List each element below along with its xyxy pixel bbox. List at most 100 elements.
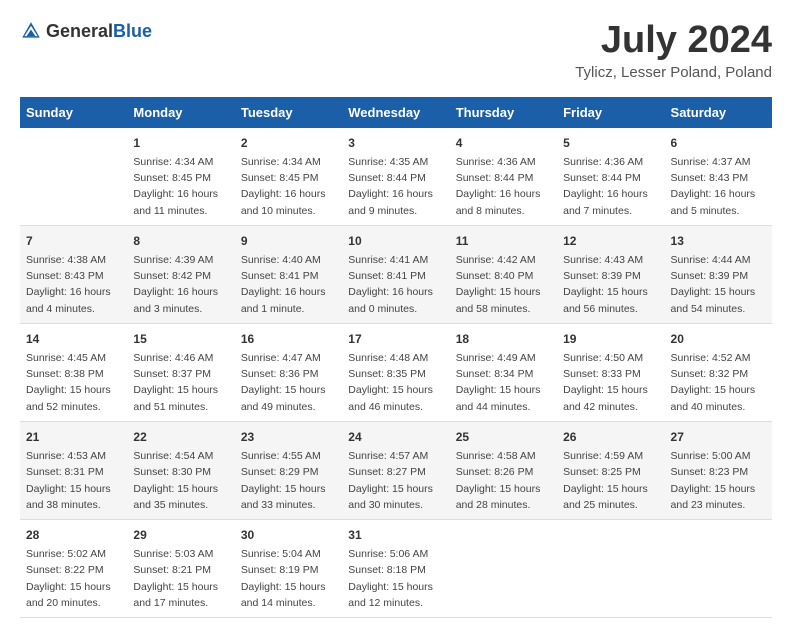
day-number: 17 [348,330,443,348]
calendar-cell: 12 Sunrise: 4:43 AMSunset: 8:39 PMDayligh… [557,225,664,323]
day-number: 13 [671,232,766,250]
day-info: Sunrise: 4:34 AMSunset: 8:45 PMDaylight:… [241,154,336,219]
calendar-cell: 25 Sunrise: 4:58 AMSunset: 8:26 PMDayligh… [450,421,557,519]
logo: GeneralBlue [20,20,152,42]
day-number: 5 [563,134,658,152]
day-info: Sunrise: 4:47 AMSunset: 8:36 PMDaylight:… [241,350,336,415]
day-info: Sunrise: 4:59 AMSunset: 8:25 PMDaylight:… [563,448,658,513]
calendar-cell: 7Sunrise: 4:38 AMSunset: 8:43 PMDaylight… [20,225,127,323]
day-info: Sunrise: 4:36 AMSunset: 8:44 PMDaylight:… [563,154,658,219]
day-info: Sunrise: 5:00 AMSunset: 8:23 PMDaylight:… [671,448,766,513]
calendar-cell: 1 Sunrise: 4:34 AMSunset: 8:45 PMDaylight… [127,128,234,226]
calendar-cell: 3Sunrise: 4:35 AMSunset: 8:44 PMDaylight… [342,128,449,226]
calendar-cell: 21Sunrise: 4:53 AMSunset: 8:31 PMDayligh… [20,421,127,519]
day-number: 21 [26,428,121,446]
day-number: 31 [348,526,443,544]
calendar-cell: 5 Sunrise: 4:36 AMSunset: 8:44 PMDaylight… [557,128,664,226]
calendar-week-row: 28 Sunrise: 5:02 AMSunset: 8:22 PMDayligh… [20,520,772,618]
calendar-cell: 8 Sunrise: 4:39 AMSunset: 8:42 PMDaylight… [127,225,234,323]
calendar-cell: 10Sunrise: 4:41 AMSunset: 8:41 PMDayligh… [342,225,449,323]
weekday-header-saturday: Saturday [665,97,772,128]
logo-icon [20,20,42,42]
calendar-cell: 22Sunrise: 4:54 AMSunset: 8:30 PMDayligh… [127,421,234,519]
calendar-body: 1 Sunrise: 4:34 AMSunset: 8:45 PMDaylight… [20,128,772,618]
logo-blue-text: Blue [113,21,152,41]
day-number: 8 [133,232,228,250]
day-info: Sunrise: 4:36 AMSunset: 8:44 PMDaylight:… [456,154,551,219]
calendar-cell: 20 Sunrise: 4:52 AMSunset: 8:32 PMDayligh… [665,323,772,421]
calendar-week-row: 21Sunrise: 4:53 AMSunset: 8:31 PMDayligh… [20,421,772,519]
day-info: Sunrise: 4:43 AMSunset: 8:39 PMDaylight:… [563,252,658,317]
calendar-cell [450,520,557,618]
day-number: 18 [456,330,551,348]
day-info: Sunrise: 4:37 AMSunset: 8:43 PMDaylight:… [671,154,766,219]
day-number: 6 [671,134,766,152]
calendar-cell: 2 Sunrise: 4:34 AMSunset: 8:45 PMDaylight… [235,128,342,226]
calendar-week-row: 7Sunrise: 4:38 AMSunset: 8:43 PMDaylight… [20,225,772,323]
day-info: Sunrise: 4:34 AMSunset: 8:45 PMDaylight:… [133,154,228,219]
calendar-cell: 9 Sunrise: 4:40 AMSunset: 8:41 PMDaylight… [235,225,342,323]
day-info: Sunrise: 4:57 AMSunset: 8:27 PMDaylight:… [348,448,443,513]
day-info: Sunrise: 5:03 AMSunset: 8:21 PMDaylight:… [133,546,228,611]
calendar-cell: 14 Sunrise: 4:45 AMSunset: 8:38 PMDayligh… [20,323,127,421]
day-info: Sunrise: 4:45 AMSunset: 8:38 PMDaylight:… [26,350,121,415]
day-number: 12 [563,232,658,250]
calendar-cell: 4 Sunrise: 4:36 AMSunset: 8:44 PMDaylight… [450,128,557,226]
day-info: Sunrise: 4:44 AMSunset: 8:39 PMDaylight:… [671,252,766,317]
day-number: 11 [456,232,551,250]
calendar-cell [557,520,664,618]
day-info: Sunrise: 5:06 AMSunset: 8:18 PMDaylight:… [348,546,443,611]
weekday-header-tuesday: Tuesday [235,97,342,128]
day-number: 19 [563,330,658,348]
day-number: 26 [563,428,658,446]
calendar-table: SundayMondayTuesdayWednesdayThursdayFrid… [20,97,772,618]
calendar-cell: 17 Sunrise: 4:48 AMSunset: 8:35 PMDayligh… [342,323,449,421]
title-section: July 2024 Tylicz, Lesser Poland, Poland [575,20,772,81]
day-number: 14 [26,330,121,348]
day-number: 3 [348,134,443,152]
day-number: 28 [26,526,121,544]
day-info: Sunrise: 4:40 AMSunset: 8:41 PMDaylight:… [241,252,336,317]
day-info: Sunrise: 4:48 AMSunset: 8:35 PMDaylight:… [348,350,443,415]
day-number: 23 [241,428,336,446]
weekday-header-monday: Monday [127,97,234,128]
day-number: 4 [456,134,551,152]
calendar-cell [20,128,127,226]
calendar-cell [665,520,772,618]
calendar-cell: 30Sunrise: 5:04 AMSunset: 8:19 PMDayligh… [235,520,342,618]
day-info: Sunrise: 4:49 AMSunset: 8:34 PMDaylight:… [456,350,551,415]
calendar-cell: 24Sunrise: 4:57 AMSunset: 8:27 PMDayligh… [342,421,449,519]
location-title: Tylicz, Lesser Poland, Poland [575,64,772,81]
calendar-cell: 11Sunrise: 4:42 AMSunset: 8:40 PMDayligh… [450,225,557,323]
calendar-cell: 28 Sunrise: 5:02 AMSunset: 8:22 PMDayligh… [20,520,127,618]
day-info: Sunrise: 4:54 AMSunset: 8:30 PMDaylight:… [133,448,228,513]
day-info: Sunrise: 4:50 AMSunset: 8:33 PMDaylight:… [563,350,658,415]
day-info: Sunrise: 5:02 AMSunset: 8:22 PMDaylight:… [26,546,121,611]
day-number: 25 [456,428,551,446]
logo-general-text: General [46,21,113,41]
calendar-cell: 16 Sunrise: 4:47 AMSunset: 8:36 PMDayligh… [235,323,342,421]
calendar-cell: 13 Sunrise: 4:44 AMSunset: 8:39 PMDayligh… [665,225,772,323]
day-number: 2 [241,134,336,152]
day-number: 7 [26,232,121,250]
page-header: GeneralBlue July 2024 Tylicz, Lesser Pol… [20,20,772,81]
day-info: Sunrise: 4:52 AMSunset: 8:32 PMDaylight:… [671,350,766,415]
day-info: Sunrise: 4:58 AMSunset: 8:26 PMDaylight:… [456,448,551,513]
calendar-week-row: 1 Sunrise: 4:34 AMSunset: 8:45 PMDaylight… [20,128,772,226]
day-number: 1 [133,134,228,152]
day-number: 30 [241,526,336,544]
day-number: 16 [241,330,336,348]
calendar-header-row: SundayMondayTuesdayWednesdayThursdayFrid… [20,97,772,128]
day-number: 9 [241,232,336,250]
weekday-header-wednesday: Wednesday [342,97,449,128]
day-number: 20 [671,330,766,348]
day-info: Sunrise: 4:55 AMSunset: 8:29 PMDaylight:… [241,448,336,513]
day-number: 10 [348,232,443,250]
weekday-header-sunday: Sunday [20,97,127,128]
weekday-header-friday: Friday [557,97,664,128]
calendar-cell: 26 Sunrise: 4:59 AMSunset: 8:25 PMDayligh… [557,421,664,519]
month-title: July 2024 [575,20,772,62]
calendar-cell: 27Sunrise: 5:00 AMSunset: 8:23 PMDayligh… [665,421,772,519]
day-info: Sunrise: 4:39 AMSunset: 8:42 PMDaylight:… [133,252,228,317]
calendar-cell: 23 Sunrise: 4:55 AMSunset: 8:29 PMDayligh… [235,421,342,519]
